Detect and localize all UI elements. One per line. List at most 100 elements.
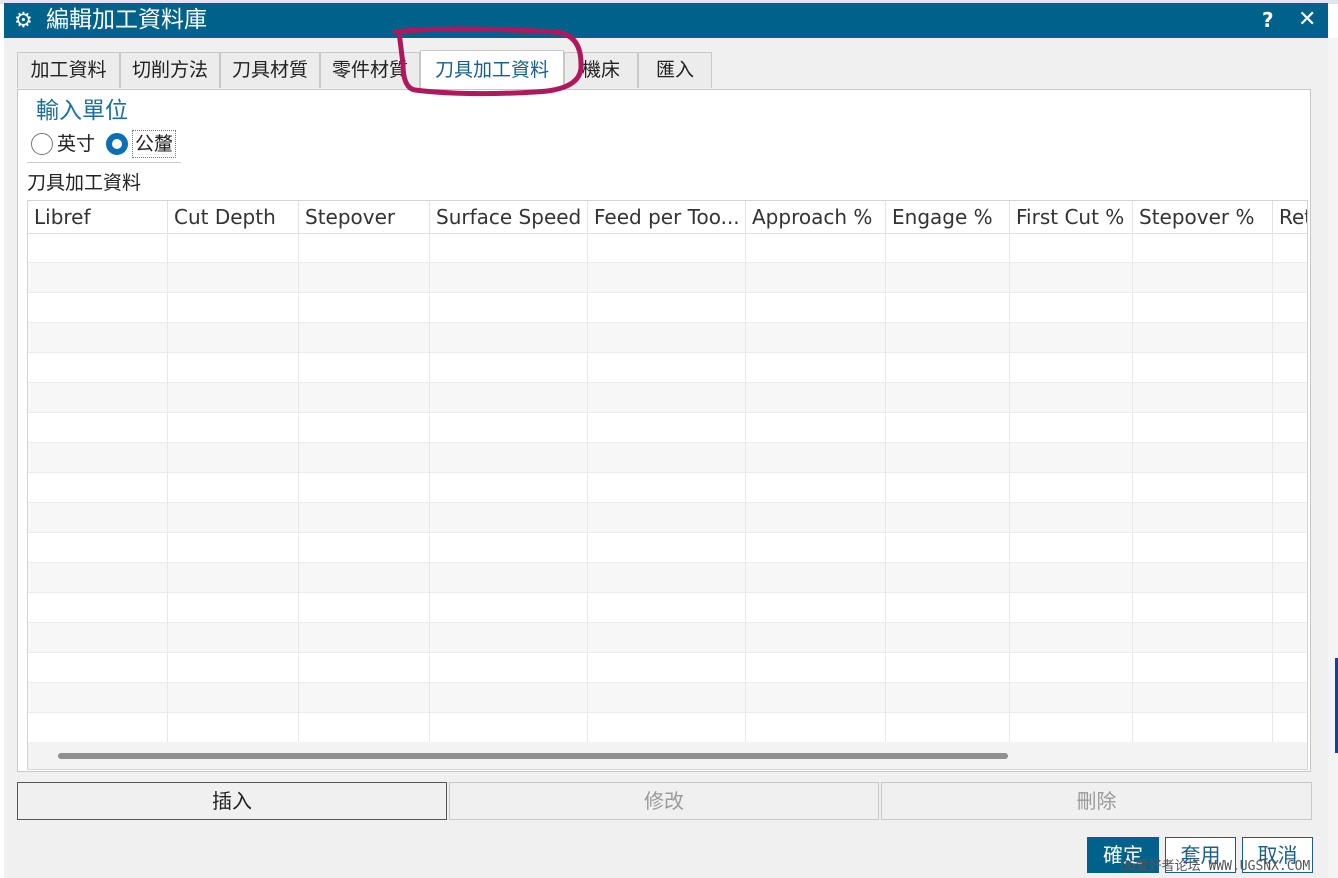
table-cell[interactable] — [1010, 383, 1133, 413]
table-row[interactable] — [28, 713, 1307, 743]
table-cell[interactable] — [28, 533, 168, 563]
table-cell[interactable] — [746, 443, 886, 473]
table-cell[interactable] — [1273, 623, 1307, 653]
column-header-engage-pct[interactable]: Engage % — [886, 201, 1010, 233]
table-cell[interactable] — [886, 263, 1010, 293]
table-cell[interactable] — [430, 713, 588, 743]
table-cell[interactable] — [1010, 443, 1133, 473]
table-cell[interactable] — [588, 683, 746, 713]
table-cell[interactable] — [1133, 353, 1273, 383]
table-cell[interactable] — [299, 713, 430, 743]
table-cell[interactable] — [28, 413, 168, 443]
tab-machining-data[interactable]: 加工資料 — [17, 52, 120, 88]
table-cell[interactable] — [746, 503, 886, 533]
table-cell[interactable] — [1133, 503, 1273, 533]
table-cell[interactable] — [746, 593, 886, 623]
table-cell[interactable] — [28, 593, 168, 623]
table-row[interactable] — [28, 353, 1307, 383]
column-header-stepover-pct[interactable]: Stepover % — [1133, 201, 1273, 233]
table-row[interactable] — [28, 413, 1307, 443]
table-cell[interactable] — [1010, 563, 1133, 593]
radio-mm[interactable] — [106, 133, 128, 155]
table-cell[interactable] — [1273, 653, 1307, 683]
table-cell[interactable] — [168, 233, 299, 263]
radio-inch[interactable] — [31, 133, 53, 155]
table-cell[interactable] — [1273, 503, 1307, 533]
table-cell[interactable] — [588, 323, 746, 353]
column-header-stepover[interactable]: Stepover — [299, 201, 430, 233]
table-cell[interactable] — [168, 533, 299, 563]
table-cell[interactable] — [588, 293, 746, 323]
table-cell[interactable] — [1010, 473, 1133, 503]
table-cell[interactable] — [1273, 533, 1307, 563]
table-cell[interactable] — [886, 503, 1010, 533]
table-cell[interactable] — [168, 413, 299, 443]
table-cell[interactable] — [1010, 413, 1133, 443]
table-cell[interactable] — [299, 293, 430, 323]
table-cell[interactable] — [1273, 563, 1307, 593]
radio-mm-label[interactable]: 公釐 — [132, 130, 177, 158]
table-cell[interactable] — [28, 713, 168, 743]
column-header-feed-per-tooth[interactable]: Feed per Too... — [588, 201, 746, 233]
table-cell[interactable] — [1133, 473, 1273, 503]
table-cell[interactable] — [28, 653, 168, 683]
table-cell[interactable] — [746, 323, 886, 353]
table-cell[interactable] — [588, 563, 746, 593]
tab-machine[interactable]: 機床 — [564, 52, 638, 88]
table-cell[interactable] — [1133, 413, 1273, 443]
dialog-titlebar[interactable]: ⚙ 編輯加工資料庫 ? ✕ — [4, 3, 1328, 38]
table-cell[interactable] — [430, 623, 588, 653]
table-cell[interactable] — [430, 323, 588, 353]
table-cell[interactable] — [588, 263, 746, 293]
table-cell[interactable] — [28, 263, 168, 293]
table-cell[interactable] — [299, 383, 430, 413]
tab-tool-machining-data[interactable]: 刀具加工資料 — [420, 50, 564, 89]
column-header-cut-depth[interactable]: Cut Depth — [168, 201, 299, 233]
column-header-libref[interactable]: Libref — [28, 201, 168, 233]
table-cell[interactable] — [886, 683, 1010, 713]
table-cell[interactable] — [1010, 503, 1133, 533]
table-cell[interactable] — [299, 653, 430, 683]
table-row[interactable] — [28, 323, 1307, 353]
table-cell[interactable] — [746, 563, 886, 593]
table-cell[interactable] — [746, 653, 886, 683]
table-cell[interactable] — [746, 383, 886, 413]
table-cell[interactable] — [1010, 653, 1133, 683]
table-cell[interactable] — [168, 293, 299, 323]
table-cell[interactable] — [746, 263, 886, 293]
table-cell[interactable] — [588, 653, 746, 683]
table-cell[interactable] — [1273, 353, 1307, 383]
table-cell[interactable] — [588, 533, 746, 563]
table-cell[interactable] — [28, 293, 168, 323]
table-cell[interactable] — [299, 443, 430, 473]
table-cell[interactable] — [430, 293, 588, 323]
column-header-first-cut-pct[interactable]: First Cut % — [1010, 201, 1133, 233]
table-cell[interactable] — [168, 623, 299, 653]
table-row[interactable] — [28, 623, 1307, 653]
table-cell[interactable] — [430, 383, 588, 413]
table-cell[interactable] — [168, 593, 299, 623]
table-cell[interactable] — [1133, 443, 1273, 473]
table-cell[interactable] — [886, 353, 1010, 383]
column-header-surface-speed[interactable]: Surface Speed — [430, 201, 588, 233]
table-cell[interactable] — [1133, 383, 1273, 413]
table-cell[interactable] — [168, 473, 299, 503]
table-row[interactable] — [28, 233, 1307, 263]
table-cell[interactable] — [28, 443, 168, 473]
table-cell[interactable] — [1273, 593, 1307, 623]
table-cell[interactable] — [886, 563, 1010, 593]
table-row[interactable] — [28, 293, 1307, 323]
table-cell[interactable] — [588, 623, 746, 653]
table-cell[interactable] — [299, 593, 430, 623]
table-cell[interactable] — [746, 233, 886, 263]
table-cell[interactable] — [299, 323, 430, 353]
table-cell[interactable] — [299, 563, 430, 593]
table-cell[interactable] — [1133, 263, 1273, 293]
table-cell[interactable] — [1273, 473, 1307, 503]
table-cell[interactable] — [1273, 713, 1307, 743]
table-cell[interactable] — [168, 683, 299, 713]
delete-button[interactable]: 刪除 — [881, 782, 1312, 820]
insert-button[interactable]: 插入 — [17, 782, 447, 820]
table-cell[interactable] — [1133, 593, 1273, 623]
table-cell[interactable] — [1273, 233, 1307, 263]
